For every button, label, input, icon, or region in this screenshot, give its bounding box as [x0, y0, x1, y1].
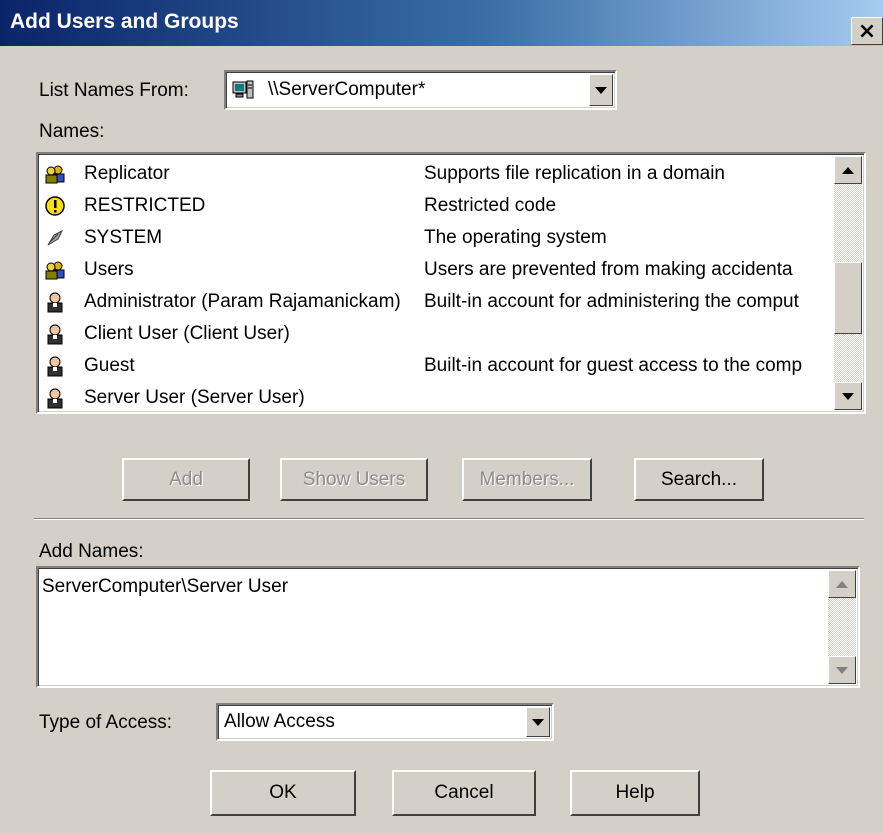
list-item-name: RESTRICTED	[84, 195, 206, 216]
scroll-down-button[interactable]	[828, 656, 856, 684]
add-names-textbox[interactable]: ServerComputer\Server User	[36, 566, 860, 688]
server-computer-icon	[232, 79, 256, 101]
ok-button[interactable]: OK	[210, 770, 356, 816]
type-of-access-value: Allow Access	[224, 711, 335, 732]
divider	[34, 518, 864, 520]
names-scrollbar[interactable]	[834, 156, 862, 410]
close-button[interactable]: ×	[851, 17, 883, 45]
user-icon	[44, 323, 66, 345]
scroll-thumb[interactable]	[834, 262, 862, 334]
list-names-from-value: \\ServerComputer*	[268, 79, 426, 100]
list-item[interactable]: RESTRICTED Restricted code	[38, 190, 830, 222]
show-users-button[interactable]: Show Users	[280, 458, 428, 501]
group-icon	[44, 259, 66, 281]
list-item-description: Built-in account for administering the c…	[424, 291, 799, 312]
chevron-down-icon	[532, 718, 544, 726]
add-button[interactable]: Add	[122, 458, 250, 501]
list-item[interactable]: Users Users are prevented from making acc…	[38, 254, 830, 286]
list-item-name: Users	[84, 259, 134, 280]
scroll-up-button[interactable]	[828, 570, 856, 598]
chevron-down-icon	[836, 666, 848, 674]
list-item-description: Supports file replication in a domain	[424, 163, 726, 184]
list-item-description: Built-in account for guest access to the…	[424, 355, 803, 376]
type-of-access-dropdown-button[interactable]	[526, 707, 550, 737]
list-item[interactable]: Client User (Client User)	[38, 318, 830, 350]
user-icon	[44, 291, 66, 313]
user-icon	[44, 387, 66, 409]
list-item-name: SYSTEM	[84, 227, 163, 248]
help-button[interactable]: Help	[570, 770, 700, 816]
list-item[interactable]: Guest Built-in account for guest access t…	[38, 350, 830, 382]
names-listbox[interactable]: Replicator Supports file replication in a…	[36, 152, 866, 414]
list-names-from-combo[interactable]: \\ServerComputer*	[224, 70, 617, 110]
add-names-value: ServerComputer\Server User	[42, 576, 289, 597]
scroll-down-button[interactable]	[834, 382, 862, 410]
list-item-name: Guest	[84, 355, 135, 376]
chevron-up-icon	[842, 166, 854, 174]
names-label: Names:	[39, 121, 105, 142]
list-names-from-dropdown-button[interactable]	[589, 74, 613, 106]
list-item-name: Administrator (Param Rajamanickam)	[84, 291, 401, 312]
window-title: Add Users and Groups	[10, 10, 239, 33]
list-item[interactable]: Server User (Server User)	[38, 382, 830, 412]
chevron-down-icon	[595, 86, 607, 94]
type-of-access-select[interactable]: Allow Access	[216, 703, 554, 741]
list-item[interactable]: Administrator (Param Rajamanickam) Built-…	[38, 286, 830, 318]
group-icon	[44, 163, 66, 185]
cancel-button[interactable]: Cancel	[392, 770, 536, 816]
add-names-scrollbar[interactable]	[828, 570, 856, 684]
list-item-name: Server User (Server User)	[84, 387, 305, 408]
chevron-up-icon	[836, 580, 848, 588]
type-of-access-label: Type of Access:	[39, 712, 173, 733]
members-button[interactable]: Members...	[462, 458, 592, 501]
add-names-label: Add Names:	[39, 541, 144, 562]
warning-icon	[44, 195, 66, 217]
search-button[interactable]: Search...	[634, 458, 764, 501]
close-icon: ×	[857, 18, 877, 44]
scroll-up-button[interactable]	[834, 156, 862, 184]
list-names-from-label: List Names From:	[39, 80, 189, 101]
user-icon	[44, 355, 66, 377]
list-item-description: The operating system	[424, 227, 607, 248]
chevron-down-icon	[842, 392, 854, 400]
system-icon	[44, 227, 66, 249]
list-item-name: Replicator	[84, 163, 170, 184]
list-item[interactable]: SYSTEM The operating system	[38, 222, 830, 254]
list-item-description: Restricted code	[424, 195, 557, 216]
list-item-description: Users are prevented from making accident…	[424, 259, 793, 280]
list-item-name: Client User (Client User)	[84, 323, 290, 344]
list-item[interactable]: Replicator Supports file replication in a…	[38, 158, 830, 190]
